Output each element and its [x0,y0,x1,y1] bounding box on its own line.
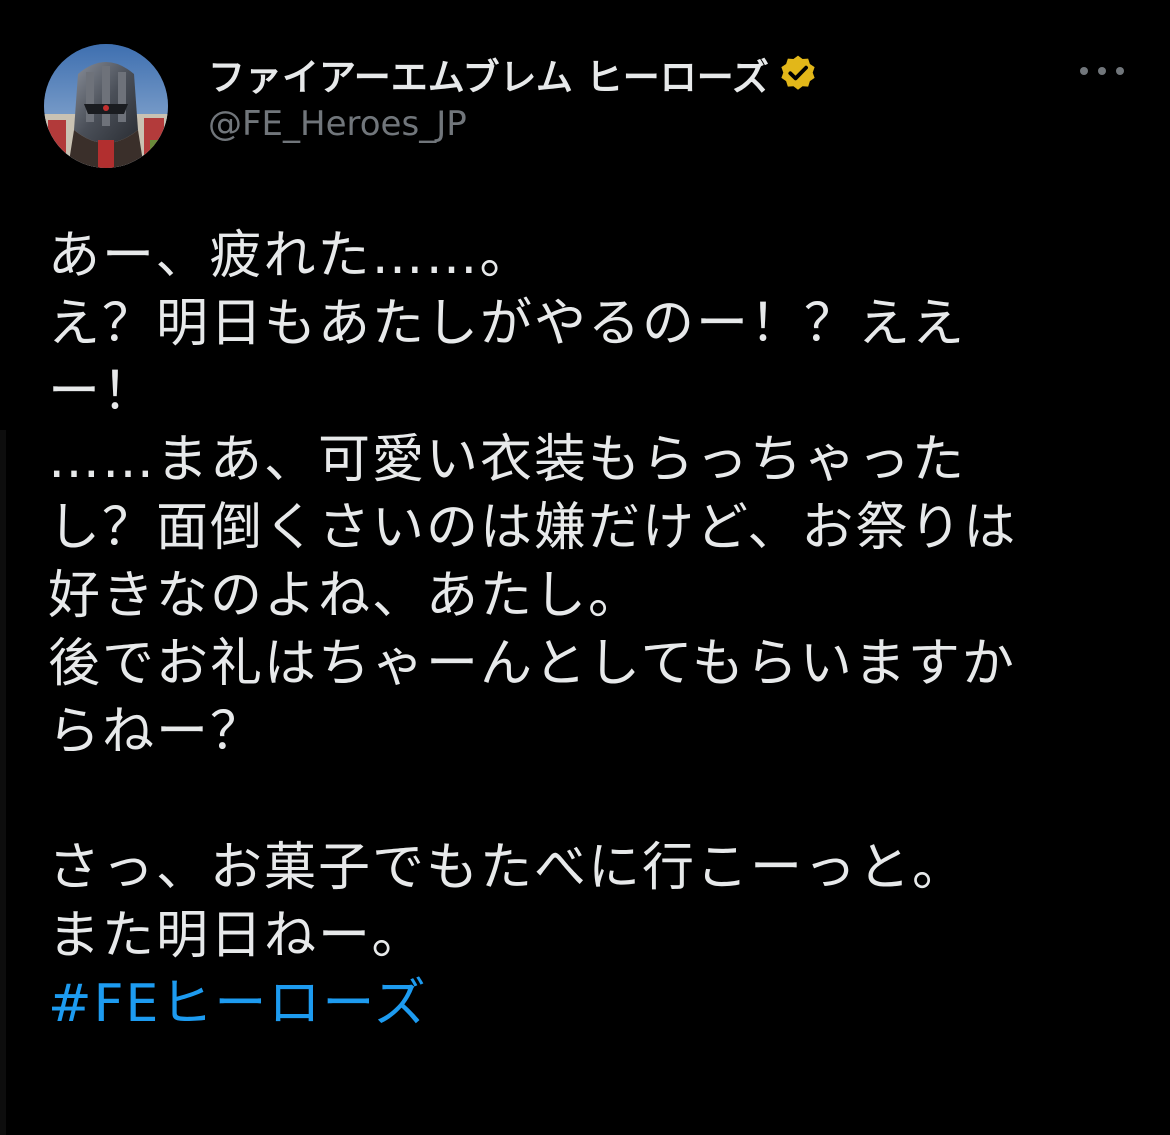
scrollbar[interactable] [0,430,6,1135]
handle[interactable]: @FE_Heroes_JP [208,104,467,144]
dot [1116,67,1124,75]
avatar[interactable] [44,44,168,168]
avatar-image [44,44,168,168]
tweet-line: さっ、お菓子でもたべに行こーっと。 [48,838,967,898]
tweet-line: また明日ねー。 [48,906,426,966]
tweet-line: ……まあ、可愛い衣装もらっちゃった [48,430,967,490]
dot [1098,67,1106,75]
display-name-row: ファイアーエムブレム ヒーローズ [208,44,819,104]
tweet-line: ー！ [48,362,157,422]
tweet-line: 好きなのよね、あたし。 [48,566,643,626]
more-horizontal-icon[interactable] [1080,58,1124,84]
tweet-line: し？面倒くさいのは嫌だけど、お祭りは [48,498,1018,558]
verified-badge-icon[interactable] [777,53,819,95]
dot [1080,67,1088,75]
tweet-line: え？明日もあたしがやるのー！？ええ [48,294,967,354]
tweet-line: 後でお礼はちゃーんとしてもらいますか [48,634,1016,694]
tweet-text: あー、疲れた……。 え？明日もあたしがやるのー！？ええ ー！ ……まあ、可愛い衣… [48,222,1128,1038]
tweet-line: あー、疲れた……。 [48,226,534,286]
tweet: ファイアーエムブレム ヒーローズ @FE_Heroes_JP あー、疲れた……。… [0,0,1170,1135]
hashtag-link[interactable]: #FEヒーローズ [48,970,1128,1038]
display-name[interactable]: ファイアーエムブレム ヒーローズ [208,47,769,101]
tweet-line: らねー？ [48,702,265,762]
